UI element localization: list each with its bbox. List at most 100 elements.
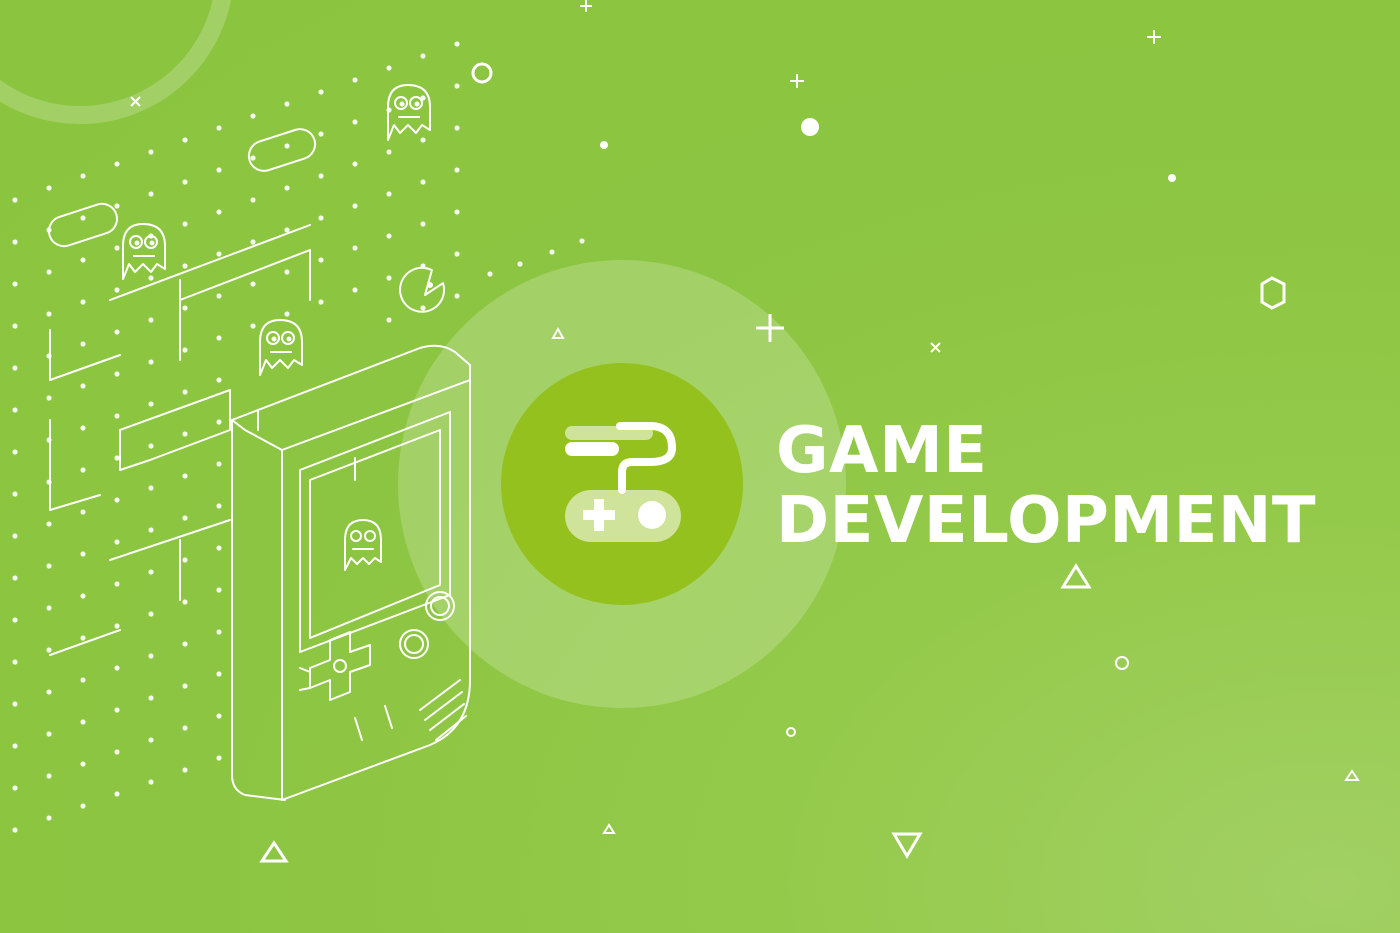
maze-dot [182, 389, 188, 395]
corner-ring [0, 0, 232, 124]
maze-dot [420, 305, 426, 311]
maze-dot [454, 83, 460, 89]
maze-dot [386, 275, 392, 281]
maze-dot [386, 149, 392, 155]
maze-dot [46, 269, 52, 275]
maze-dot [148, 191, 154, 197]
maze-dot [352, 245, 358, 251]
maze-dot [114, 497, 120, 503]
maze-dot [80, 635, 86, 641]
maze-dot [318, 131, 324, 137]
maze-dot [12, 617, 18, 623]
maze-dot [182, 347, 188, 353]
maze-dot [386, 317, 392, 323]
maze-dot [420, 221, 426, 227]
maze-dot [80, 257, 86, 263]
maze-walls [47, 128, 317, 656]
maze-dot [148, 485, 154, 491]
maze-dot [12, 323, 18, 329]
maze-dot [46, 689, 52, 695]
maze-dot [487, 271, 493, 277]
title-line-2: DEVELOPMENT [776, 484, 1317, 558]
maze-dot [182, 305, 188, 311]
maze-dot [12, 533, 18, 539]
maze-dot [114, 161, 120, 167]
maze-dot [12, 449, 18, 455]
maze-dot [114, 245, 120, 251]
maze-dot [148, 317, 154, 323]
maze-dot [250, 239, 256, 245]
maze-dot [148, 695, 154, 701]
maze-dot [114, 539, 120, 545]
decorative-dots [600, 118, 1176, 182]
maze-dot [46, 815, 52, 821]
maze-dot [148, 527, 154, 533]
page-title: GAME DEVELOPMENT [776, 416, 1316, 556]
maze-dot [80, 425, 86, 431]
maze-dot [114, 707, 120, 713]
maze-dot [80, 551, 86, 557]
maze-dot [182, 221, 188, 227]
maze-dot [80, 509, 86, 515]
maze-dot [454, 167, 460, 173]
maze-dot [250, 197, 256, 203]
maze-dot [284, 311, 290, 317]
maze-dot [12, 239, 18, 245]
ghost-icon [259, 319, 303, 376]
maze-dot [114, 413, 120, 419]
maze-dot [182, 263, 188, 269]
maze-dot [80, 173, 86, 179]
maze-dot [517, 261, 523, 267]
maze-dot [216, 755, 222, 761]
maze-dot [216, 335, 222, 341]
maze-dot [352, 161, 358, 167]
maze-dot [12, 491, 18, 497]
maze-dot [216, 461, 222, 467]
title-line-1: GAME [776, 414, 988, 488]
maze-dot [12, 659, 18, 665]
maze-dot [80, 215, 86, 221]
ghost-icon [387, 84, 431, 141]
maze-dot [318, 89, 324, 95]
maze-dot [114, 287, 120, 293]
maze-dot [420, 53, 426, 59]
maze-dot [216, 671, 222, 677]
maze-dot [182, 725, 188, 731]
maze-dot [114, 203, 120, 209]
maze-dot [46, 185, 52, 191]
maze-dot [46, 647, 52, 653]
maze-dot [148, 275, 154, 281]
maze-dot [80, 761, 86, 767]
maze-dot [114, 455, 120, 461]
maze-dot [80, 467, 86, 473]
maze-dot [80, 677, 86, 683]
maze-dot [182, 473, 188, 479]
maze-dot [46, 731, 52, 737]
maze-dot [454, 293, 460, 299]
maze-dot [216, 419, 222, 425]
maze-dot [216, 293, 222, 299]
maze-dot [148, 779, 154, 785]
maze-dot [182, 179, 188, 185]
dpad-icon [299, 631, 371, 701]
maze-dot [46, 395, 52, 401]
maze-dot [182, 431, 188, 437]
maze-dot [250, 323, 256, 329]
maze-dot [80, 383, 86, 389]
maze-dot [80, 593, 86, 599]
maze-dot [80, 341, 86, 347]
maze-dot [284, 143, 290, 149]
maze-dot [114, 791, 120, 797]
maze-dot [80, 719, 86, 725]
maze-dot [182, 599, 188, 605]
maze-dot [250, 155, 256, 161]
maze-dot [148, 653, 154, 659]
maze-dot [12, 407, 18, 413]
maze-dot [549, 249, 555, 255]
ghost-icon [122, 223, 166, 280]
maze-dot [454, 41, 460, 47]
maze-dot [80, 803, 86, 809]
maze-dot [216, 167, 222, 173]
maze-dot [182, 515, 188, 521]
maze-dot [352, 287, 358, 293]
